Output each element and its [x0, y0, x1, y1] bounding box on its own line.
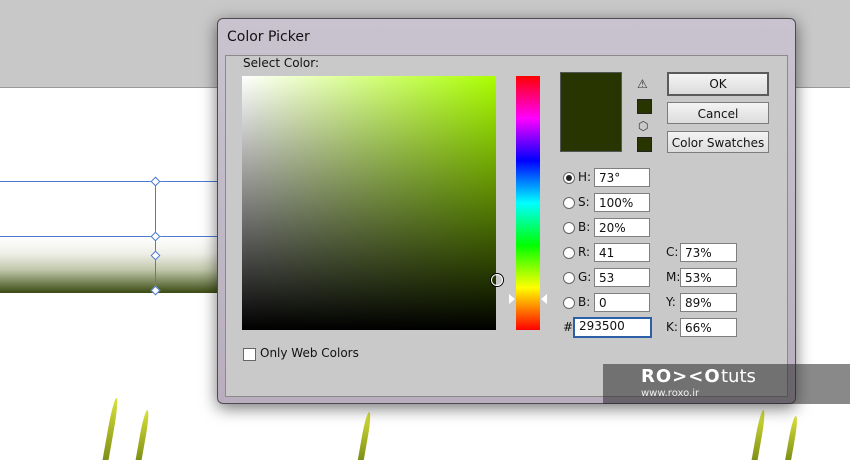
red-field[interactable]: 41 [594, 243, 650, 262]
hue-slider[interactable] [516, 76, 540, 330]
cancel-button[interactable]: Cancel [667, 102, 769, 124]
color-field-marker[interactable] [491, 274, 503, 286]
warning-triangle-icon[interactable]: ⚠ [637, 77, 648, 91]
only-web-colors-label[interactable]: Only Web Colors [260, 346, 359, 360]
blue-radio[interactable] [563, 297, 575, 309]
saturation-brightness-field[interactable] [242, 76, 503, 330]
ok-button[interactable]: OK [667, 72, 769, 96]
hue-label: H: [578, 170, 592, 184]
green-field[interactable]: 53 [594, 268, 650, 287]
green-radio[interactable] [563, 272, 575, 284]
saturation-field[interactable]: 100% [594, 193, 650, 212]
blue-label: B: [578, 295, 591, 309]
only-web-colors-checkbox[interactable] [243, 348, 256, 361]
saturation-label: S: [578, 195, 590, 209]
current-color-swatch [560, 72, 622, 152]
hue-radio[interactable] [563, 172, 575, 184]
color-picker-dialog: Color Picker Select Color: ⚠ ⬡ OK Cancel… [217, 18, 796, 404]
red-label: R: [578, 245, 591, 259]
web-safe-swatch[interactable] [637, 137, 652, 152]
magenta-field[interactable]: 53% [680, 268, 737, 287]
dialog-title: Color Picker [227, 29, 310, 45]
hex-field[interactable]: 293500 [573, 317, 652, 338]
hue-slider-arrow-left[interactable] [509, 294, 515, 304]
out-of-gamut-swatch[interactable] [637, 99, 652, 114]
brightness-label: B: [578, 220, 591, 234]
magenta-label: M: [666, 270, 681, 284]
gradient-shape [0, 236, 230, 293]
hex-label: # [563, 320, 574, 334]
watermark-url: www.roxo.ir [641, 388, 700, 399]
dialog-titlebar[interactable]: Color Picker [218, 19, 795, 57]
selection-edge-middle [0, 236, 230, 237]
hue-slider-arrow-right[interactable] [541, 294, 547, 304]
brightness-field[interactable]: 20% [594, 218, 650, 237]
watermark-banner: RO><O tuts www.roxo.ir [603, 364, 850, 404]
green-label: G: [578, 270, 592, 284]
red-radio[interactable] [563, 247, 575, 259]
yellow-field[interactable]: 89% [680, 293, 737, 312]
dialog-body: Select Color: ⚠ ⬡ OK Cancel Color Swatch… [225, 55, 788, 397]
black-field[interactable]: 66% [680, 318, 737, 337]
hue-field[interactable]: 73° [594, 168, 650, 187]
saturation-radio[interactable] [563, 197, 575, 209]
web-safe-cube-icon[interactable]: ⬡ [638, 119, 648, 133]
brightness-radio[interactable] [563, 222, 575, 234]
watermark-brand: RO><O [641, 366, 721, 387]
selection-edge-top [0, 181, 230, 182]
cyan-label: C: [666, 245, 679, 259]
black-label: K: [666, 320, 678, 334]
select-color-label: Select Color: [243, 56, 319, 70]
blue-field[interactable]: 0 [594, 293, 650, 312]
cyan-field[interactable]: 73% [680, 243, 737, 262]
watermark-suffix: tuts [721, 366, 756, 387]
yellow-label: Y: [666, 295, 676, 309]
color-swatches-button[interactable]: Color Swatches [667, 131, 769, 153]
